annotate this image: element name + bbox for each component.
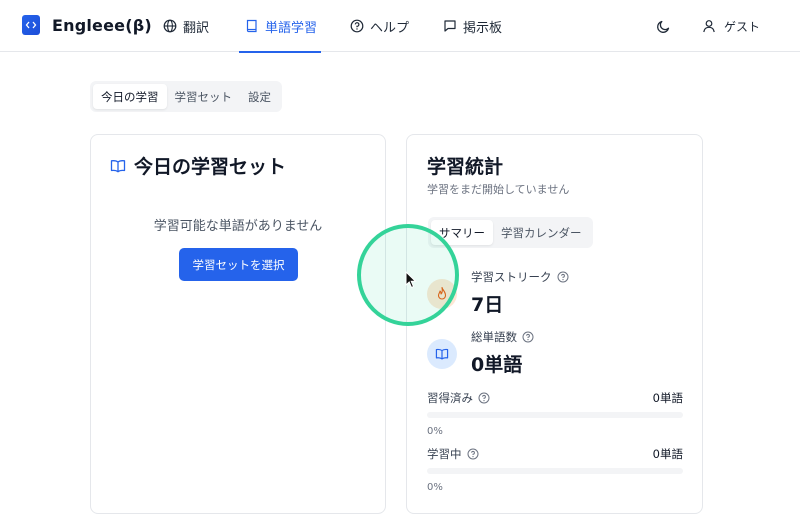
help-icon[interactable] bbox=[467, 448, 479, 460]
help-icon[interactable] bbox=[522, 331, 534, 343]
user-icon bbox=[703, 20, 715, 33]
total-words-label: 総単語数 bbox=[471, 330, 517, 344]
book-icon bbox=[246, 19, 257, 33]
tab-settings[interactable]: 設定 bbox=[240, 84, 279, 109]
brand[interactable]: Engleee(β) bbox=[22, 15, 152, 35]
learning-label: 学習中 bbox=[427, 447, 462, 461]
nav-board[interactable]: 掲示板 bbox=[443, 0, 502, 52]
total-words-stat: 総単語数 0単語 bbox=[427, 329, 534, 377]
nav-vocabulary-label: 単語学習 bbox=[265, 20, 318, 36]
open-book-icon bbox=[427, 339, 457, 369]
stats-card-title: 学習統計 bbox=[427, 156, 504, 178]
main-tabs: 今日の学習 学習セット 設定 bbox=[90, 81, 282, 112]
help-icon[interactable] bbox=[557, 271, 569, 283]
streak-label: 学習ストリーク bbox=[471, 270, 552, 284]
empty-message: 学習可能な単語がありません bbox=[153, 219, 323, 234]
mastered-count: 0単語 bbox=[652, 391, 683, 405]
learning-count: 0単語 bbox=[652, 447, 683, 461]
theme-toggle-button[interactable] bbox=[656, 0, 671, 52]
nav-translate[interactable]: 翻訳 bbox=[163, 0, 209, 52]
mastered-progress: 習得済み 0単語 0% bbox=[427, 390, 683, 437]
tab-study-sets[interactable]: 学習セット bbox=[167, 84, 241, 109]
nav-help[interactable]: ヘルプ bbox=[350, 0, 409, 52]
tab-today[interactable]: 今日の学習 bbox=[93, 84, 167, 109]
globe-icon bbox=[163, 19, 177, 33]
stats-card: 学習統計 学習をまだ開始していません サマリー 学習カレンダー 学習ストリーク … bbox=[406, 134, 703, 514]
total-words-value: 0単語 bbox=[471, 354, 523, 376]
mastered-progress-bar bbox=[427, 412, 683, 418]
mouse-cursor-icon bbox=[405, 271, 417, 289]
stats-subtitle: 学習をまだ開始していません bbox=[427, 183, 570, 196]
moon-icon bbox=[657, 20, 670, 33]
nav-help-label: ヘルプ bbox=[370, 20, 410, 36]
mastered-label: 習得済み bbox=[427, 391, 473, 405]
user-menu[interactable]: ゲスト bbox=[702, 0, 760, 52]
streak-value: 7日 bbox=[471, 294, 504, 316]
nav-vocabulary[interactable]: 単語学習 bbox=[239, 0, 322, 53]
select-study-set-button[interactable]: 学習セットを選択 bbox=[179, 248, 298, 281]
learning-progress: 学習中 0単語 0% bbox=[427, 446, 683, 493]
message-square-icon bbox=[444, 20, 456, 32]
brand-name: Engleee(β) bbox=[52, 15, 152, 35]
today-card-title-text: 今日の学習セット bbox=[134, 156, 287, 178]
tab-calendar[interactable]: 学習カレンダー bbox=[493, 220, 590, 245]
learning-percent: 0% bbox=[427, 482, 443, 493]
nav-board-label: 掲示板 bbox=[463, 20, 503, 36]
nav-translate-label: 翻訳 bbox=[183, 20, 210, 36]
learning-progress-bar bbox=[427, 468, 683, 474]
today-card-title: 今日の学習セット bbox=[110, 152, 286, 179]
today-study-card: 今日の学習セット 学習可能な単語がありません 学習セットを選択 bbox=[90, 134, 386, 514]
help-circle-icon bbox=[350, 19, 364, 33]
mastered-percent: 0% bbox=[427, 426, 443, 437]
user-name: ゲスト bbox=[724, 19, 761, 34]
help-icon[interactable] bbox=[478, 392, 490, 404]
stats-tabs: サマリー 学習カレンダー bbox=[428, 217, 593, 248]
app-header: Engleee(β) 翻訳 単語学習 ヘルプ 掲示板 ゲスト bbox=[0, 0, 800, 53]
brand-logo-icon bbox=[22, 15, 40, 35]
open-book-icon bbox=[110, 159, 126, 172]
